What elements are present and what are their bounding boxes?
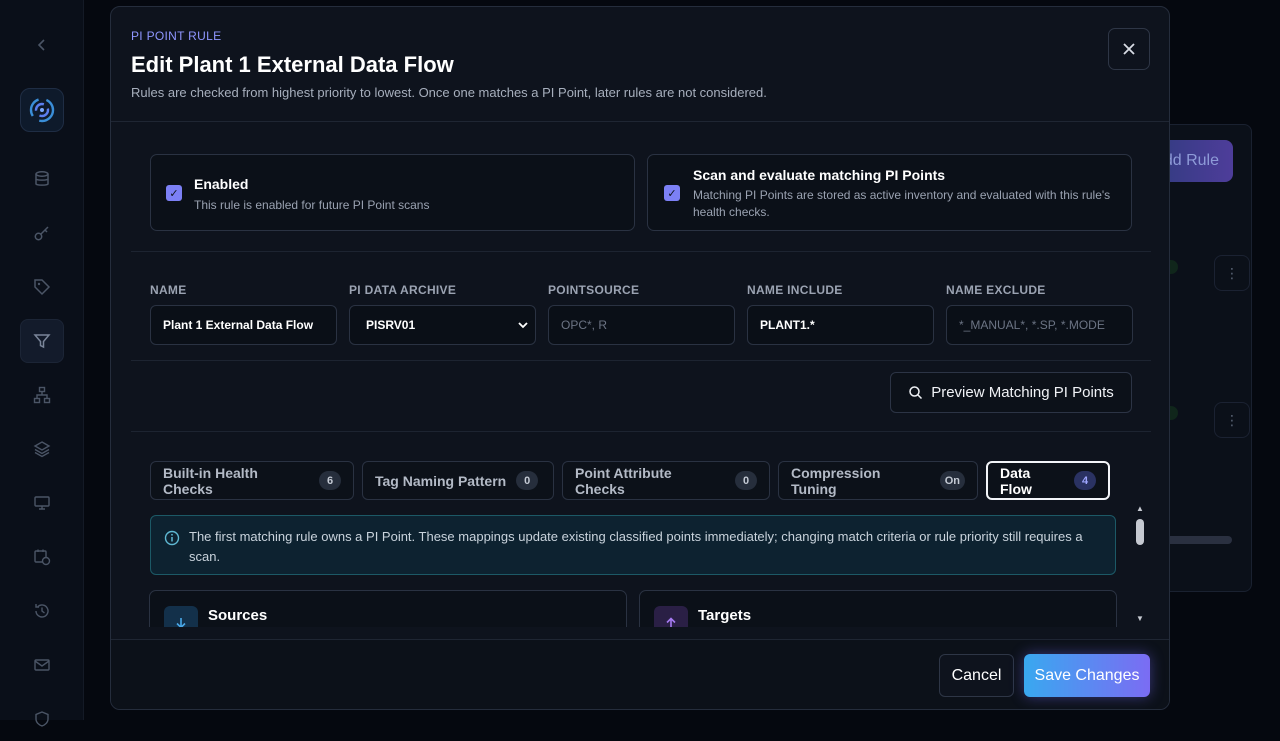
tab-label: Data Flow [1000, 465, 1064, 497]
close-icon [1122, 42, 1136, 56]
history-icon[interactable] [20, 589, 64, 633]
enabled-card[interactable]: ✓ Enabled This rule is enabled for futur… [150, 154, 635, 231]
app-root: Add Rule ⋮ ⋮ PI POINT RULE Edit Plant 1 … [0, 0, 1280, 720]
database-icon[interactable] [20, 157, 64, 201]
mail-icon[interactable] [20, 643, 64, 687]
archive-label: PI DATA ARCHIVE [349, 283, 456, 297]
sources-title: Sources [208, 607, 267, 624]
preview-matching-label: Preview Matching PI Points [931, 384, 1114, 401]
archive-select-value: PISRV01 [366, 318, 415, 332]
hierarchy-icon[interactable] [20, 373, 64, 417]
modal-title: Edit Plant 1 External Data Flow [131, 52, 454, 78]
name-exclude-input[interactable]: *_MANUAL*, *.SP, *.MODE [946, 305, 1133, 345]
tab-label: Built-in Health Checks [163, 465, 309, 497]
more-options-icon[interactable]: ⋮ [1214, 255, 1250, 291]
tab-badge: On [940, 471, 965, 490]
modal-header: PI POINT RULE Edit Plant 1 External Data… [111, 7, 1169, 122]
sources-panel: Sources [149, 590, 627, 627]
tab-tag-naming-pattern[interactable]: Tag Naming Pattern 0 [362, 461, 554, 500]
tab-data-flow[interactable]: Data Flow 4 [986, 461, 1110, 500]
divider [131, 251, 1151, 252]
scroll-down-icon[interactable]: ▼ [1135, 614, 1145, 624]
tab-built-in-health-checks[interactable]: Built-in Health Checks 6 [150, 461, 354, 500]
tab-label: Compression Tuning [791, 465, 930, 497]
tab-content[interactable]: The first matching rule owns a PI Point.… [149, 502, 1149, 627]
divider [131, 360, 1151, 361]
info-callout: The first matching rule owns a PI Point.… [150, 515, 1116, 575]
modal-eyebrow: PI POINT RULE [131, 29, 221, 43]
enabled-description: This rule is enabled for future PI Point… [194, 197, 429, 214]
tag-icon[interactable] [20, 265, 64, 309]
name-label: NAME [150, 283, 187, 297]
enabled-title: Enabled [194, 176, 248, 192]
modal-footer: Cancel Save Changes [111, 639, 1169, 710]
modal-body: ✓ Enabled This rule is enabled for futur… [131, 122, 1151, 639]
swirl-logo-icon [27, 95, 57, 125]
save-changes-button[interactable]: Save Changes [1024, 654, 1150, 697]
tab-badge: 0 [516, 471, 538, 490]
archive-select[interactable]: PISRV01 [349, 305, 536, 345]
shield-icon[interactable] [20, 697, 64, 741]
modal-subtitle: Rules are checked from highest priority … [131, 85, 767, 100]
sidebar [0, 0, 84, 720]
more-options-icon[interactable]: ⋮ [1214, 402, 1250, 438]
include-label: NAME INCLUDE [747, 283, 843, 297]
divider [131, 431, 1151, 432]
pointsource-label: POINTSOURCE [548, 283, 639, 297]
preview-matching-button[interactable]: Preview Matching PI Points [890, 372, 1132, 413]
scan-card[interactable]: ✓ Scan and evaluate matching PI Points M… [647, 154, 1132, 231]
scrollbar-thumb[interactable] [1136, 519, 1144, 545]
search-icon [908, 385, 923, 400]
monitor-icon[interactable] [20, 481, 64, 525]
scroll-up-icon[interactable]: ▲ [1135, 504, 1145, 514]
close-button[interactable] [1108, 28, 1150, 70]
tab-badge: 6 [319, 471, 341, 490]
app-logo[interactable] [20, 88, 64, 132]
arrow-up-icon [654, 606, 688, 627]
scan-checkbox[interactable]: ✓ [664, 185, 680, 201]
scan-title: Scan and evaluate matching PI Points [693, 167, 945, 183]
name-include-input[interactable]: PLANT1.* [747, 305, 934, 345]
pointsource-input[interactable]: OPC*, R [548, 305, 735, 345]
tab-point-attribute-checks[interactable]: Point Attribute Checks 0 [562, 461, 770, 500]
edit-rule-modal: PI POINT RULE Edit Plant 1 External Data… [110, 6, 1170, 710]
enabled-checkbox[interactable]: ✓ [166, 185, 182, 201]
tab-label: Tag Naming Pattern [375, 473, 506, 489]
targets-panel: Targets [639, 590, 1117, 627]
info-icon [164, 530, 180, 546]
tab-badge: 4 [1074, 471, 1096, 490]
vertical-scrollbar[interactable]: ▲ ▼ [1134, 502, 1146, 627]
scan-description: Matching PI Points are stored as active … [693, 187, 1113, 221]
name-input[interactable]: Plant 1 External Data Flow [150, 305, 337, 345]
layers-icon[interactable] [20, 427, 64, 471]
targets-title: Targets [698, 607, 751, 624]
key-icon[interactable] [20, 211, 64, 255]
tab-label: Point Attribute Checks [575, 465, 725, 497]
info-text: The first matching rule owns a PI Point.… [189, 527, 1099, 567]
tab-badge: 0 [735, 471, 757, 490]
chevron-down-icon [517, 319, 529, 331]
calendar-clock-icon[interactable] [20, 535, 64, 579]
exclude-label: NAME EXCLUDE [946, 283, 1046, 297]
filter-icon[interactable] [20, 319, 64, 363]
arrow-down-icon [164, 606, 198, 627]
tab-compression-tuning[interactable]: Compression Tuning On [778, 461, 978, 500]
collapse-chevron-icon[interactable] [20, 23, 64, 67]
cancel-button[interactable]: Cancel [939, 654, 1014, 697]
